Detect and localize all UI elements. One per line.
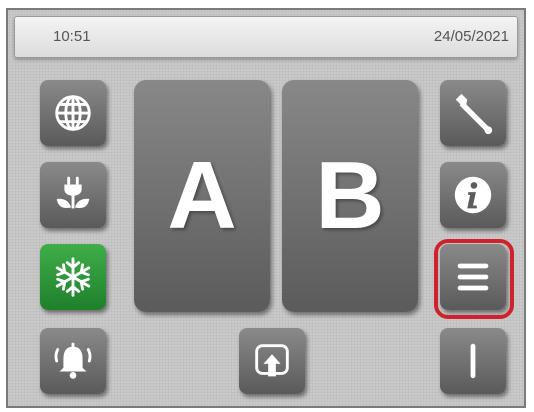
zone-b-label: B — [315, 142, 385, 249]
power-toggle-button[interactable] — [440, 328, 506, 394]
upload-button[interactable] — [239, 328, 305, 394]
plug-leaf-icon — [56, 176, 90, 209]
wrench-icon — [455, 93, 493, 135]
snowflake-icon — [55, 257, 91, 297]
cooling-mode-button[interactable] — [40, 244, 106, 310]
device-screen: 10:51 24/05/2021 A B — [6, 8, 526, 408]
alarm-button[interactable] — [40, 328, 106, 394]
globe-button[interactable] — [40, 80, 106, 146]
zone-a-button[interactable]: A — [134, 80, 270, 312]
info-icon — [454, 176, 492, 214]
info-button[interactable] — [440, 162, 506, 228]
alarm-bell-icon — [54, 342, 92, 379]
vertical-bar-icon — [470, 343, 476, 379]
upload-icon — [255, 344, 289, 377]
zone-a-label: A — [167, 142, 237, 249]
current-date: 24/05/2021 — [433, 28, 509, 45]
status-bar: 10:51 24/05/2021 — [14, 16, 518, 58]
menu-highlight-outline — [434, 239, 514, 319]
settings-button[interactable] — [440, 80, 506, 146]
power-eco-button[interactable] — [40, 162, 106, 228]
zone-b-button[interactable]: B — [282, 80, 418, 312]
globe-icon — [55, 95, 91, 131]
clock-time: 10:51 — [53, 28, 91, 45]
